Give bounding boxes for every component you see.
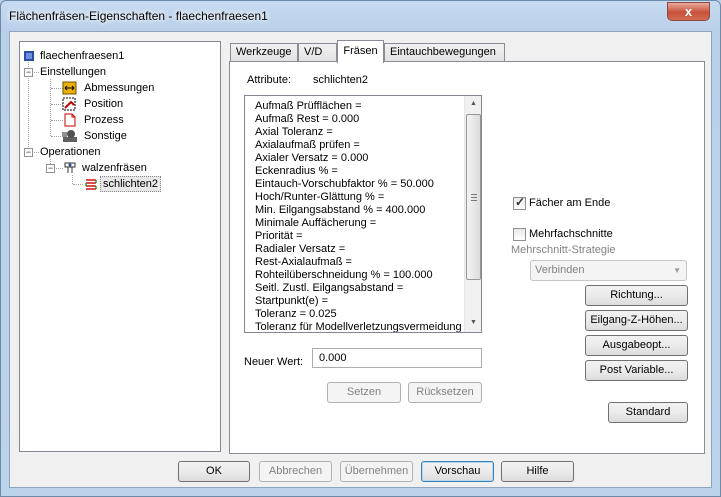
cube-icon: [22, 49, 36, 63]
apply-button[interactable]: Übernehmen: [340, 461, 413, 482]
dialog-window: Flächenfräsen-Eigenschaften - flaechenfr…: [0, 0, 721, 497]
tab-plunge-moves[interactable]: Eintauchbewegungen: [384, 43, 505, 62]
attribute-list[interactable]: Aufmaß Prüfflächen = Aufmaß Rest = 0.000…: [244, 95, 482, 333]
tree-item-misc[interactable]: Sonstige: [62, 128, 212, 144]
vertical-scrollbar[interactable]: ▲ ▼: [464, 96, 481, 332]
list-item[interactable]: Startpunkt(e) =: [255, 295, 328, 308]
collapse-icon[interactable]: −: [46, 164, 55, 173]
scroll-down-icon[interactable]: ▼: [466, 315, 481, 331]
dimensions-icon: [62, 81, 77, 95]
collapse-icon[interactable]: −: [24, 68, 33, 77]
document-icon: [63, 113, 77, 127]
collapse-icon[interactable]: −: [24, 148, 33, 157]
list-item[interactable]: Radialer Versatz =: [255, 243, 345, 256]
tree-item-dimensions[interactable]: Abmessungen: [62, 80, 212, 96]
help-button[interactable]: Hilfe: [501, 461, 574, 482]
tree-operations-label: Operationen: [40, 146, 101, 158]
tab-vd[interactable]: V/D: [298, 43, 337, 62]
new-value-input[interactable]: 0.000: [312, 348, 482, 368]
tree-operation-label: walzenfräsen: [82, 162, 147, 174]
post-variable-button[interactable]: Post Variable...: [585, 360, 688, 381]
list-item[interactable]: Toleranz = 0.025: [255, 308, 337, 321]
list-item[interactable]: Eintauch-Vorschubfaktor % = 50.000: [255, 178, 434, 191]
rapid-z-heights-button[interactable]: Eilgang-Z-Höhen...: [585, 310, 688, 331]
list-item[interactable]: Seitl. Zustl. Eilgangsabstand =: [255, 282, 403, 295]
multi-strategy-label: Mehrschnitt-Strategie: [511, 244, 616, 256]
multi-strategy-value: Verbinden: [535, 264, 585, 276]
tree-root-label: flaechenfraesen1: [40, 50, 125, 62]
list-item[interactable]: Toleranz für Modellverletzungsvermeidung: [255, 321, 462, 332]
operation-tree[interactable]: flaechenfraesen1 − Einstellungen Abmessu…: [19, 41, 221, 452]
dialog-client-area: flaechenfraesen1 − Einstellungen Abmessu…: [9, 31, 712, 488]
tree-label-misc: Sonstige: [84, 130, 127, 142]
list-item[interactable]: Axial Toleranz =: [255, 126, 333, 139]
checkmark-icon: ✓: [515, 195, 526, 209]
tab-milling[interactable]: Fräsen: [337, 40, 384, 63]
cancel-button[interactable]: Abbrechen: [259, 461, 332, 482]
list-item[interactable]: Aufmaß Prüfflächen =: [255, 100, 362, 113]
preview-button[interactable]: Vorschau: [421, 461, 494, 482]
direction-button[interactable]: Richtung...: [585, 285, 688, 306]
tree-item-operation[interactable]: − walzenfräsen: [46, 160, 216, 176]
set-button[interactable]: Setzen: [327, 382, 401, 403]
tree-sub-operation-label: schlichten2: [100, 176, 162, 192]
tree-label-position: Position: [84, 98, 124, 110]
ok-button[interactable]: OK: [178, 461, 250, 482]
attributes-value: schlichten2: [313, 74, 369, 86]
list-item[interactable]: Axialer Versatz = 0.000: [255, 152, 368, 165]
close-button[interactable]: x: [667, 2, 710, 21]
scroll-up-icon[interactable]: ▲: [466, 96, 481, 112]
tree-item-settings[interactable]: − Einstellungen: [24, 64, 214, 80]
toolpath-icon: [84, 177, 98, 191]
chevron-down-icon: ▼: [673, 266, 681, 275]
multiple-cuts-checkbox[interactable]: [513, 228, 526, 241]
milling-panel: Attribute: schlichten2 Aufmaß Prüffläche…: [229, 61, 705, 454]
list-item[interactable]: Hoch/Runter-Glättung % =: [255, 191, 384, 204]
list-item[interactable]: Priorität =: [255, 230, 302, 243]
reset-button[interactable]: Rücksetzen: [408, 382, 482, 403]
position-icon: [62, 97, 76, 111]
tree-item-root[interactable]: flaechenfraesen1: [22, 48, 212, 64]
list-item[interactable]: Min. Eilgangsabstand % = 400.000: [255, 204, 425, 217]
tree-item-position[interactable]: Position: [62, 96, 212, 112]
tree-item-sub-operation[interactable]: schlichten2: [84, 176, 214, 192]
fan-at-end-checkbox[interactable]: ✓: [513, 195, 526, 210]
tree-label-dimensions: Abmessungen: [84, 82, 155, 94]
tree-item-operations[interactable]: − Operationen: [24, 144, 214, 160]
tab-container: Werkzeuge V/D Fräsen Eintauchbewegungen …: [229, 40, 705, 454]
multi-strategy-select[interactable]: Verbinden ▼: [530, 260, 687, 281]
list-item[interactable]: Axialaufmaß prüfen =: [255, 139, 360, 152]
list-item[interactable]: Aufmaß Rest = 0.000: [255, 113, 359, 126]
tab-tools[interactable]: Werkzeuge: [230, 43, 298, 62]
title-bar: Flächenfräsen-Eigenschaften - flaechenfr…: [1, 1, 720, 31]
list-item[interactable]: Minimale Auffächerung =: [255, 217, 376, 230]
attributes-label: Attribute:: [247, 74, 292, 86]
list-item[interactable]: Eckenradius % =: [255, 165, 338, 178]
fan-at-end-label[interactable]: Fächer am Ende: [529, 197, 610, 209]
output-options-button[interactable]: Ausgabeopt...: [585, 335, 688, 356]
list-item[interactable]: Rohteilüberschneidung % = 100.000: [255, 269, 433, 282]
tree-settings-label: Einstellungen: [40, 66, 107, 78]
tree-item-process[interactable]: Prozess: [62, 112, 212, 128]
tree-label-process: Prozess: [84, 114, 124, 126]
new-value-label: Neuer Wert:: [244, 356, 304, 368]
list-item[interactable]: Rest-Axialaufmaß =: [255, 256, 352, 269]
standard-button[interactable]: Standard: [608, 402, 688, 423]
milling-tool-icon: [62, 161, 76, 175]
shapes-icon: [62, 129, 77, 143]
scroll-thumb[interactable]: [466, 114, 481, 280]
window-title: Flächenfräsen-Eigenschaften - flaechenfr…: [9, 9, 268, 23]
multiple-cuts-label[interactable]: Mehrfachschnitte: [529, 228, 613, 240]
